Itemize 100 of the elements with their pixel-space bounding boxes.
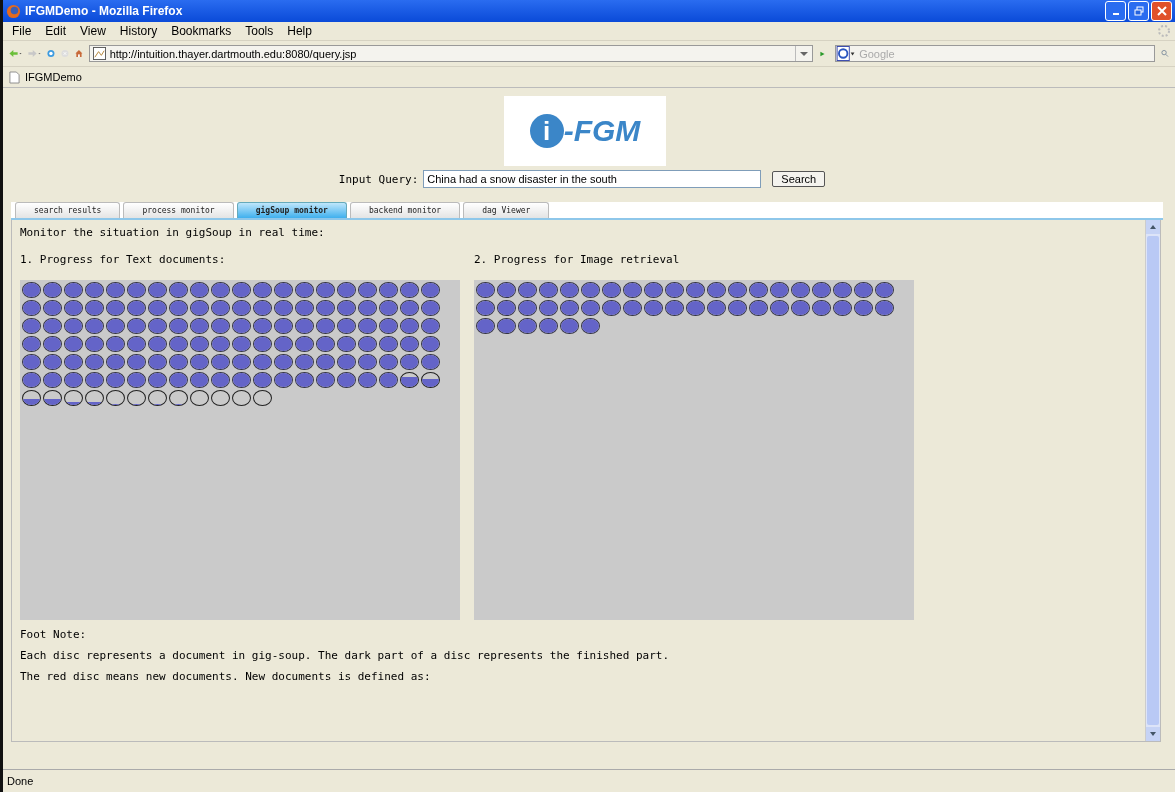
progress-disc bbox=[379, 318, 398, 334]
progress-disc bbox=[686, 300, 705, 316]
progress-disc bbox=[358, 282, 377, 298]
menu-item[interactable]: Tools bbox=[238, 24, 281, 38]
footnote-title: Foot Note: bbox=[20, 628, 88, 641]
footnote-text: The red disc means new documents. New documents is defined as: bbox=[20, 670, 432, 683]
menu-item[interactable]: History bbox=[112, 24, 165, 38]
progress-disc bbox=[316, 318, 335, 334]
progress-disc bbox=[812, 300, 831, 316]
progress-disc bbox=[379, 336, 398, 352]
progress-disc bbox=[602, 282, 621, 298]
progress-disc bbox=[560, 282, 579, 298]
progress-disc bbox=[295, 354, 314, 370]
progress-disc bbox=[560, 318, 579, 334]
throbber-icon bbox=[1157, 24, 1171, 38]
scroll-down-icon[interactable] bbox=[1146, 727, 1160, 741]
menu-item[interactable]: Help bbox=[280, 24, 319, 38]
progress-disc bbox=[211, 318, 230, 334]
restore-button[interactable] bbox=[1128, 1, 1149, 21]
page-icon bbox=[92, 47, 106, 60]
scroll-up-icon[interactable] bbox=[1146, 220, 1160, 234]
progress-disc bbox=[581, 318, 600, 334]
search-button[interactable]: Search bbox=[772, 171, 826, 187]
minimize-button[interactable] bbox=[1105, 1, 1126, 21]
progress-disc bbox=[476, 300, 495, 316]
progress-disc bbox=[190, 282, 209, 298]
progress-disc bbox=[749, 282, 768, 298]
progress-disc bbox=[64, 282, 83, 298]
progress-disc bbox=[64, 300, 83, 316]
progress-disc bbox=[602, 300, 621, 316]
menu-item[interactable]: Bookmarks bbox=[164, 24, 239, 38]
progress-disc bbox=[791, 300, 810, 316]
menu-item[interactable]: Edit bbox=[38, 24, 74, 38]
progress-disc bbox=[127, 318, 146, 334]
progress-disc bbox=[379, 282, 398, 298]
scrollbar[interactable] bbox=[1145, 220, 1160, 741]
progress-disc bbox=[106, 300, 125, 316]
progress-disc bbox=[190, 354, 209, 370]
menu-item[interactable]: File bbox=[5, 24, 39, 38]
query-field[interactable]: China had a snow disaster in the south bbox=[423, 170, 762, 188]
progress-disc bbox=[22, 300, 41, 316]
progress-disc bbox=[85, 336, 104, 352]
progress-disc bbox=[127, 300, 146, 316]
progress-disc bbox=[337, 318, 356, 334]
tab[interactable]: gigSoup monitor bbox=[236, 202, 347, 218]
query-label: Input Query: bbox=[338, 172, 419, 186]
progress-disc bbox=[64, 372, 83, 388]
tab[interactable]: search results bbox=[15, 202, 121, 218]
close-button[interactable] bbox=[1151, 1, 1172, 21]
tab[interactable]: dag Viewer bbox=[463, 202, 550, 218]
progress-disc bbox=[400, 336, 419, 352]
progress-disc bbox=[812, 282, 831, 298]
status-text: Done bbox=[7, 775, 34, 787]
address-field[interactable]: http://intuition.thayer.dartmouth.edu:8080/query.jsp bbox=[88, 45, 813, 62]
progress-disc bbox=[22, 372, 41, 388]
progress-disc bbox=[358, 300, 377, 316]
progress-disc bbox=[148, 318, 167, 334]
progress-disc bbox=[64, 318, 83, 334]
progress-disc bbox=[127, 372, 146, 388]
progress-disc bbox=[43, 282, 62, 298]
progress-disc bbox=[518, 318, 537, 334]
progress-disc bbox=[106, 282, 125, 298]
progress-disc bbox=[232, 282, 251, 298]
progress-disc bbox=[295, 300, 314, 316]
progress-disc bbox=[316, 372, 335, 388]
progress-disc bbox=[379, 300, 398, 316]
progress-disc bbox=[211, 372, 230, 388]
progress-disc bbox=[274, 372, 293, 388]
tab[interactable]: backend monitor bbox=[349, 202, 461, 218]
logo: i -FGM bbox=[504, 96, 666, 166]
progress-disc bbox=[665, 300, 684, 316]
progress-disc bbox=[421, 336, 440, 352]
progress-disc bbox=[337, 336, 356, 352]
progress-disc bbox=[295, 318, 314, 334]
progress-disc bbox=[85, 354, 104, 370]
progress-disc bbox=[106, 318, 125, 334]
progress-disc bbox=[127, 336, 146, 352]
progress-disc bbox=[770, 300, 789, 316]
progress-disc bbox=[770, 282, 789, 298]
progress-disc bbox=[875, 300, 894, 316]
progress-disc bbox=[623, 300, 642, 316]
progress-disc bbox=[211, 300, 230, 316]
progress-disc bbox=[274, 282, 293, 298]
menu-item[interactable]: View bbox=[73, 24, 113, 38]
progress-disc bbox=[169, 354, 188, 370]
progress-disc bbox=[232, 300, 251, 316]
tab[interactable]: process monitor bbox=[123, 202, 234, 218]
progress-disc bbox=[85, 300, 104, 316]
progress-disc bbox=[274, 300, 293, 316]
search-engine-icon[interactable] bbox=[836, 46, 857, 61]
progress-disc bbox=[623, 282, 642, 298]
progress-disc bbox=[106, 336, 125, 352]
progress-disc bbox=[337, 282, 356, 298]
progress-disc bbox=[476, 318, 495, 334]
bookmark-item[interactable]: IFGMDemo bbox=[9, 70, 82, 84]
progress-disc bbox=[148, 282, 167, 298]
progress-disc bbox=[539, 282, 558, 298]
progress-disc bbox=[791, 282, 810, 298]
progress-disc bbox=[169, 336, 188, 352]
progress-disc bbox=[43, 318, 62, 334]
